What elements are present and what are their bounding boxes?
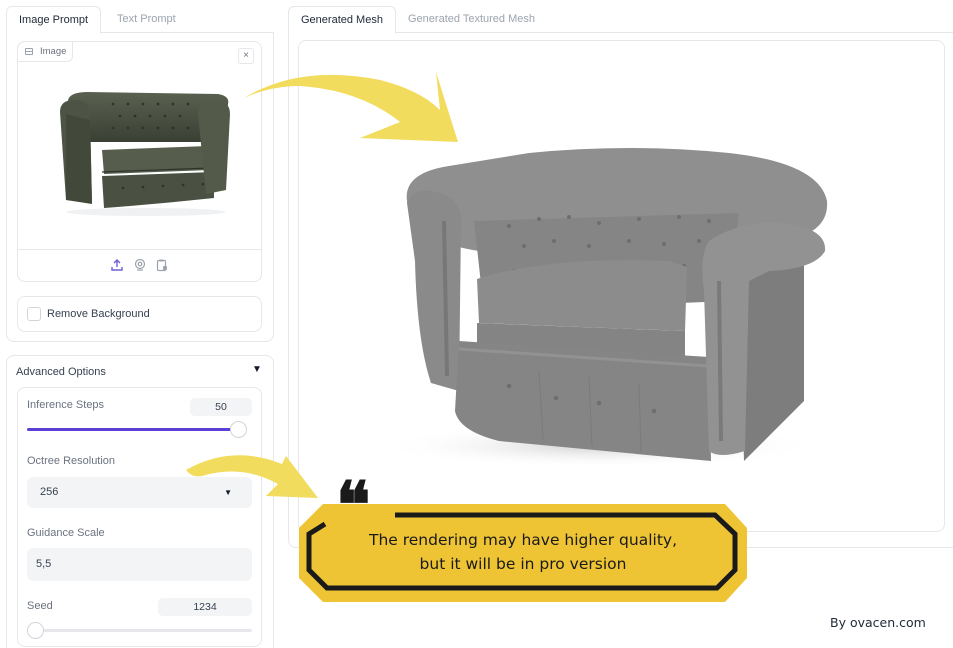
- callout-line-2: but it will be in pro version: [419, 555, 627, 573]
- inference-steps-slider-thumb[interactable]: [229, 421, 247, 438]
- upload-icon[interactable]: [110, 258, 124, 272]
- output-tab-bar: Generated Mesh Generated Textured Mesh: [288, 6, 953, 34]
- seed-label: Seed: [27, 600, 53, 612]
- clipboard-icon[interactable]: [155, 258, 169, 272]
- guidance-scale-label: Guidance Scale: [27, 527, 105, 539]
- tab-image-prompt[interactable]: Image Prompt: [6, 6, 102, 34]
- annotation-arrow-top: [244, 72, 458, 142]
- remove-background-checkbox[interactable]: [27, 307, 41, 321]
- inference-steps-label: Inference Steps: [27, 399, 105, 411]
- inference-steps-slider[interactable]: [27, 428, 242, 431]
- tab-generated-textured-mesh[interactable]: Generated Textured Mesh: [396, 6, 547, 34]
- input-sofa-image: [60, 92, 230, 216]
- tab-text-prompt[interactable]: Text Prompt: [105, 6, 188, 34]
- advanced-options-title[interactable]: Advanced Options: [16, 365, 106, 379]
- collapse-caret-icon[interactable]: ▼: [252, 364, 262, 375]
- watermark: By ovacen.com: [830, 615, 926, 630]
- remove-background-label[interactable]: Remove Background: [47, 307, 150, 321]
- tab-generated-mesh[interactable]: Generated Mesh: [288, 6, 396, 34]
- image-upload-area[interactable]: [17, 41, 262, 282]
- seed-input[interactable]: 1234: [158, 598, 252, 616]
- guidance-scale-input[interactable]: 5,5: [27, 548, 252, 581]
- callout-line-1: The rendering may have higher quality,: [368, 531, 678, 549]
- image-icon: [25, 48, 33, 55]
- webcam-icon[interactable]: [133, 258, 147, 272]
- octree-resolution-value: 256: [40, 486, 59, 498]
- seed-slider-thumb[interactable]: [27, 622, 44, 639]
- left-tab-bar: Image Prompt Text Prompt: [6, 6, 274, 34]
- image-input-label: Image: [17, 41, 73, 62]
- octree-resolution-label: Octree Resolution: [27, 455, 116, 467]
- seed-slider[interactable]: [35, 629, 252, 632]
- image-toolbar-divider: [18, 249, 261, 250]
- callout-text: The rendering may have higher quality, b…: [318, 528, 728, 576]
- inference-steps-input[interactable]: 50: [190, 398, 252, 416]
- inference-steps-slider-fill: [27, 428, 238, 431]
